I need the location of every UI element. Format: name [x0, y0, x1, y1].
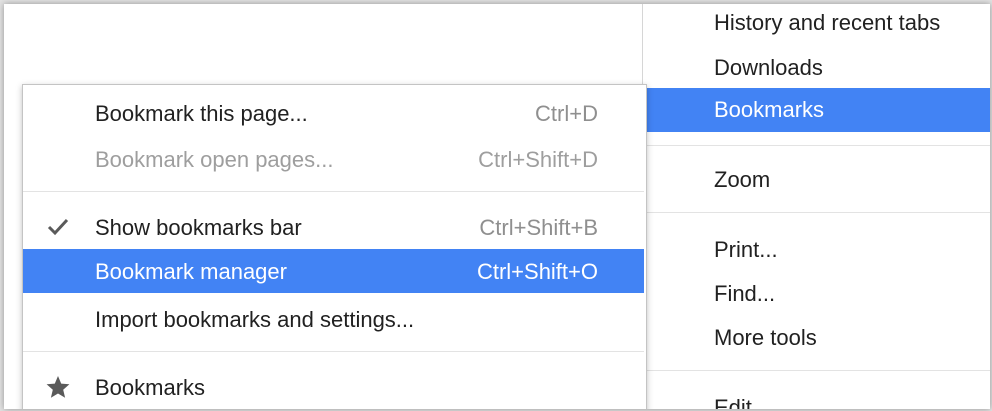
menu-item-label: Zoom	[714, 167, 771, 192]
menu-item-history[interactable]: History and recent tabs	[643, 6, 990, 40]
submenu-item-label: Import bookmarks and settings...	[95, 307, 415, 332]
submenu-item-shortcut: Ctrl+Shift+B	[479, 215, 598, 240]
bookmarks-submenu: Bookmark this page... Ctrl+D Bookmark op…	[22, 84, 647, 409]
submenu-separator	[23, 351, 644, 352]
menu-item-label: Edit	[714, 395, 752, 409]
menu-separator	[643, 212, 990, 213]
submenu-item-shortcut: Ctrl+Shift+O	[476, 259, 598, 284]
menu-item-label: History and recent tabs	[714, 10, 941, 35]
menu-item-label: Print...	[714, 237, 778, 262]
menu-item-label: Downloads	[714, 55, 823, 80]
submenu-item-bookmark-manager[interactable]: Bookmark manager Ctrl+Shift+O	[23, 249, 644, 293]
submenu-item-import-bookmarks[interactable]: Import bookmarks and settings...	[23, 297, 644, 341]
submenu-item-label: Bookmarks	[95, 375, 206, 400]
menu-item-label: More tools	[714, 325, 817, 350]
submenu-item-bookmark-open-pages[interactable]: Bookmark open pages... Ctrl+Shift+D	[23, 137, 644, 181]
checkmark-icon	[47, 218, 69, 236]
submenu-item-show-bookmarks-bar[interactable]: Show bookmarks bar Ctrl+Shift+B	[23, 205, 644, 249]
submenu-item-label: Bookmark this page...	[95, 101, 308, 126]
menu-item-zoom[interactable]: Zoom	[643, 158, 990, 202]
menu-separator	[643, 370, 990, 371]
submenu-item-shortcut: Ctrl+D	[535, 101, 598, 126]
menu-item-edit[interactable]: Edit	[643, 388, 990, 409]
menu-separator	[643, 145, 990, 146]
submenu-item-label: Bookmark open pages...	[95, 147, 334, 172]
menu-item-label: Bookmarks	[714, 97, 825, 122]
menu-item-find[interactable]: Find...	[643, 272, 990, 316]
submenu-item-label: Show bookmarks bar	[95, 215, 302, 240]
submenu-item-bookmarks-folder[interactable]: Bookmarks	[23, 365, 644, 409]
browser-page-backdrop: History and recent tabs Downloads Bookma…	[4, 4, 990, 409]
submenu-item-label: Bookmark manager	[95, 259, 287, 284]
submenu-separator	[23, 191, 644, 192]
menu-item-more-tools[interactable]: More tools	[643, 316, 990, 360]
menu-item-downloads[interactable]: Downloads	[643, 48, 990, 88]
menu-item-print[interactable]: Print...	[643, 228, 990, 272]
submenu-item-shortcut: Ctrl+Shift+D	[478, 147, 598, 172]
menu-item-label: Find...	[714, 281, 776, 306]
browser-main-menu: History and recent tabs Downloads Bookma…	[642, 4, 990, 409]
star-icon	[46, 376, 70, 398]
submenu-item-bookmark-this-page[interactable]: Bookmark this page... Ctrl+D	[23, 91, 644, 135]
menu-item-bookmarks[interactable]: Bookmarks	[643, 88, 990, 132]
